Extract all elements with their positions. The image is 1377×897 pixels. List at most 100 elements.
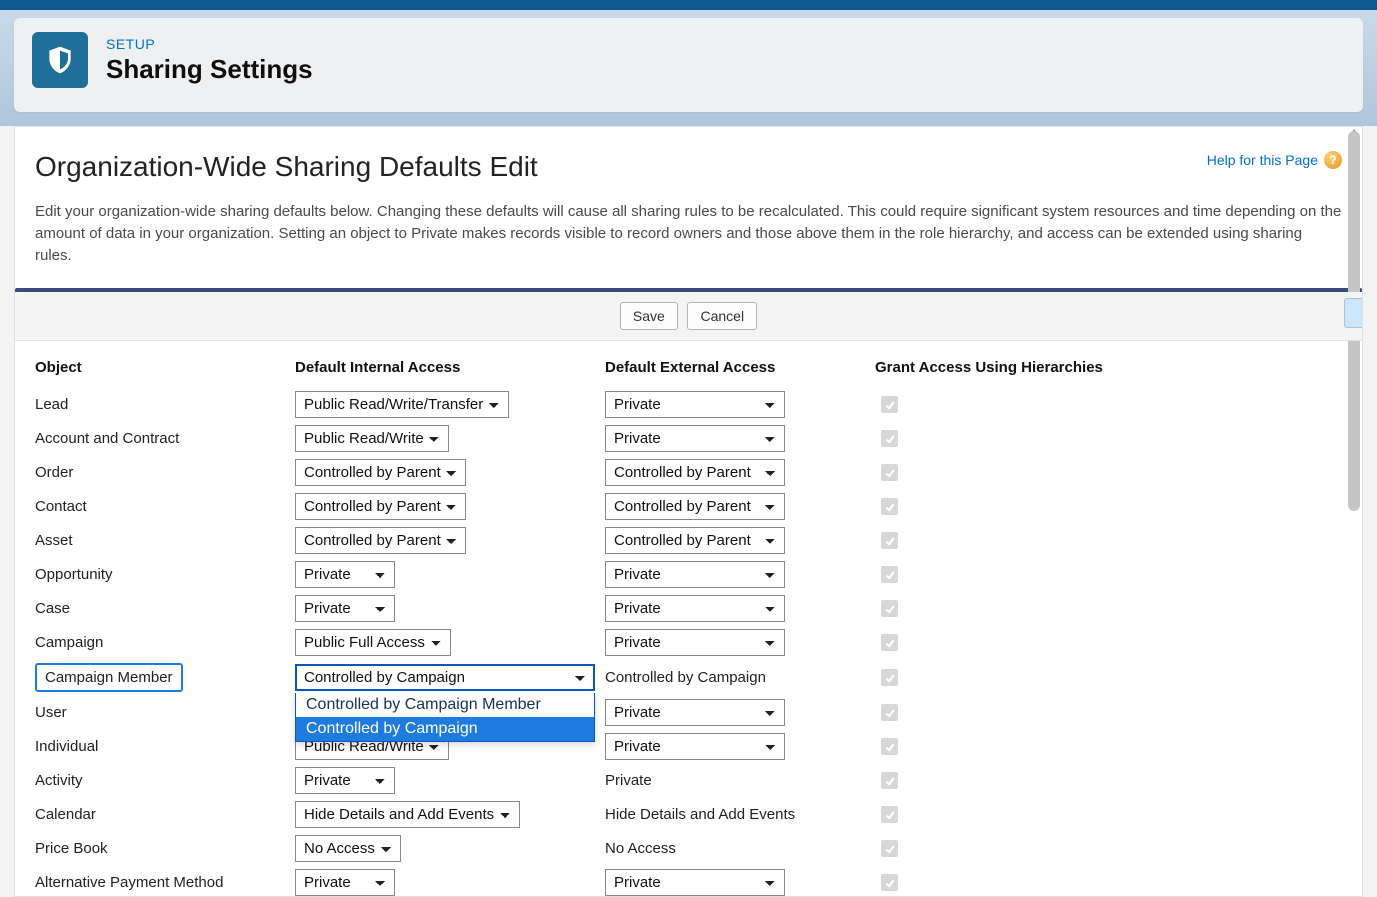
hierarchy-cell bbox=[875, 464, 1125, 482]
object-label: Asset bbox=[35, 528, 295, 553]
hierarchy-checkbox[interactable] bbox=[881, 498, 898, 515]
internal-access-cell: Hide Details and Add Events bbox=[295, 801, 605, 828]
help-link-label: Help for this Page bbox=[1207, 152, 1318, 168]
external-access-select[interactable]: Private bbox=[605, 561, 785, 588]
external-access-cell: Private bbox=[605, 561, 875, 588]
internal-access-select[interactable]: Private bbox=[295, 869, 395, 896]
external-access-cell: Private bbox=[605, 733, 875, 760]
hierarchy-cell bbox=[875, 532, 1125, 550]
hierarchy-checkbox[interactable] bbox=[881, 464, 898, 481]
internal-access-select[interactable]: Controlled by Parent bbox=[295, 459, 466, 486]
hierarchy-checkbox[interactable] bbox=[881, 874, 898, 891]
internal-access-cell: Private bbox=[295, 767, 605, 794]
object-label: Case bbox=[35, 596, 295, 621]
internal-access-select[interactable]: Hide Details and Add Events bbox=[295, 801, 520, 828]
hierarchy-checkbox[interactable] bbox=[881, 738, 898, 755]
sharing-defaults-grid: Object Default Internal Access Default E… bbox=[35, 341, 1342, 896]
dropdown-option-selected[interactable]: Controlled by Campaign bbox=[296, 717, 594, 741]
hierarchy-checkbox[interactable] bbox=[881, 704, 898, 721]
hierarchy-cell bbox=[875, 772, 1125, 790]
highlighted-object: Campaign Member bbox=[35, 663, 183, 692]
internal-access-select[interactable]: Public Read/Write bbox=[295, 425, 449, 452]
object-label: Account and Contract bbox=[35, 426, 295, 451]
internal-access-select[interactable]: Private bbox=[295, 561, 395, 588]
page-header-card: SETUP Sharing Settings bbox=[14, 18, 1363, 112]
object-label: Calendar bbox=[35, 802, 295, 827]
internal-access-select[interactable]: No Access bbox=[295, 835, 401, 862]
external-access-select[interactable]: Private bbox=[605, 425, 785, 452]
internal-access-select[interactable]: Controlled by Campaign bbox=[295, 664, 595, 691]
internal-access-select[interactable]: Public Read/Write/Transfer bbox=[295, 391, 509, 418]
external-access-select[interactable]: Controlled by Parent bbox=[605, 459, 785, 486]
col-head-external: Default External Access bbox=[605, 359, 875, 384]
object-label: Order bbox=[35, 460, 295, 485]
object-label: Campaign Member bbox=[35, 663, 295, 692]
hierarchy-checkbox[interactable] bbox=[881, 806, 898, 823]
internal-access-select[interactable]: Private bbox=[295, 767, 395, 794]
internal-access-cell: Controlled by Parent bbox=[295, 493, 605, 520]
object-label: Individual bbox=[35, 734, 295, 759]
section-title: Organization-Wide Sharing Defaults Edit bbox=[35, 151, 538, 183]
hierarchy-checkbox[interactable] bbox=[881, 840, 898, 857]
object-label: User bbox=[35, 700, 295, 725]
external-access-cell: Private bbox=[605, 629, 875, 656]
hierarchy-checkbox[interactable] bbox=[881, 532, 898, 549]
col-head-hierarchy: Grant Access Using Hierarchies bbox=[875, 359, 1125, 384]
internal-access-dropdown[interactable]: Controlled by Campaign MemberControlled … bbox=[295, 693, 595, 742]
dropdown-option[interactable]: Controlled by Campaign Member bbox=[296, 693, 594, 717]
external-access-select[interactable]: Private bbox=[605, 391, 785, 418]
external-access-cell: Private bbox=[605, 391, 875, 418]
external-access-cell: Hide Details and Add Events bbox=[605, 806, 875, 823]
hierarchy-cell bbox=[875, 634, 1125, 652]
hierarchy-checkbox[interactable] bbox=[881, 430, 898, 447]
collapse-tab[interactable] bbox=[1344, 298, 1362, 328]
hierarchy-cell bbox=[875, 396, 1125, 414]
hierarchy-checkbox[interactable] bbox=[881, 669, 898, 686]
external-access-cell: Private bbox=[605, 772, 875, 789]
internal-access-cell: Public Full Access bbox=[295, 629, 605, 656]
hierarchy-cell bbox=[875, 704, 1125, 722]
internal-access-cell: Public Read/Write/Transfer bbox=[295, 391, 605, 418]
page-title: Sharing Settings bbox=[106, 54, 313, 85]
help-icon: ? bbox=[1324, 151, 1342, 169]
external-access-select[interactable]: Private bbox=[605, 869, 785, 896]
external-access-select[interactable]: Controlled by Parent bbox=[605, 493, 785, 520]
object-label: Opportunity bbox=[35, 562, 295, 587]
internal-access-cell: Private bbox=[295, 561, 605, 588]
object-label: Campaign bbox=[35, 630, 295, 655]
hierarchy-cell bbox=[875, 874, 1125, 892]
hierarchy-cell bbox=[875, 840, 1125, 858]
external-access-cell: Controlled by Parent bbox=[605, 459, 875, 486]
hierarchy-checkbox[interactable] bbox=[881, 634, 898, 651]
internal-access-select[interactable]: Private bbox=[295, 595, 395, 622]
page-header-text: SETUP Sharing Settings bbox=[106, 36, 313, 85]
hierarchy-checkbox[interactable] bbox=[881, 600, 898, 617]
header-region: SETUP Sharing Settings bbox=[0, 10, 1377, 126]
save-button[interactable]: Save bbox=[620, 302, 678, 330]
object-label: Alternative Payment Method bbox=[35, 870, 295, 895]
external-access-select[interactable]: Private bbox=[605, 699, 785, 726]
cancel-button[interactable]: Cancel bbox=[687, 302, 757, 330]
external-access-select[interactable]: Private bbox=[605, 733, 785, 760]
object-label: Lead bbox=[35, 392, 295, 417]
internal-access-select[interactable]: Controlled by Parent bbox=[295, 527, 466, 554]
external-access-cell: Controlled by Campaign bbox=[605, 669, 875, 686]
action-button-row: Save Cancel bbox=[15, 292, 1362, 341]
intro-text: Edit your organization-wide sharing defa… bbox=[35, 201, 1342, 266]
external-access-select[interactable]: Controlled by Parent bbox=[605, 527, 785, 554]
external-access-cell: Private bbox=[605, 869, 875, 896]
internal-access-cell: Private bbox=[295, 595, 605, 622]
hierarchy-checkbox[interactable] bbox=[881, 396, 898, 413]
internal-access-select[interactable]: Controlled by Parent bbox=[295, 493, 466, 520]
external-access-select[interactable]: Private bbox=[605, 595, 785, 622]
object-label: Activity bbox=[35, 768, 295, 793]
vertical-scrollbar[interactable] bbox=[1348, 131, 1360, 892]
internal-access-cell: No Access bbox=[295, 835, 605, 862]
object-label: Price Book bbox=[35, 836, 295, 861]
hierarchy-checkbox[interactable] bbox=[881, 566, 898, 583]
help-for-this-page-link[interactable]: Help for this Page ? bbox=[1207, 151, 1342, 169]
external-access-select[interactable]: Private bbox=[605, 629, 785, 656]
hierarchy-checkbox[interactable] bbox=[881, 772, 898, 789]
internal-access-select[interactable]: Public Full Access bbox=[295, 629, 451, 656]
external-access-cell: No Access bbox=[605, 840, 875, 857]
